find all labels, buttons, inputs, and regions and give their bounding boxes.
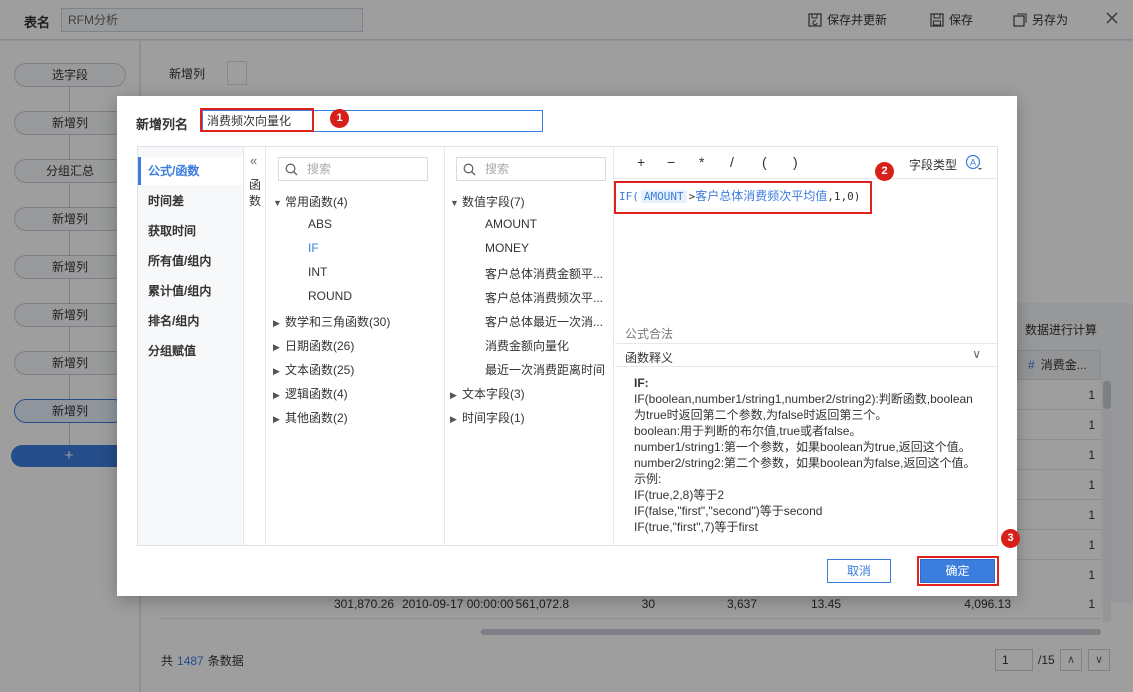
operator-plus-button[interactable]: + [637,154,645,170]
caret-right-icon: ▶ [273,366,280,376]
caret-right-icon: ▶ [273,414,280,424]
field-item[interactable]: 最近一次消费距离时间 [485,361,605,378]
category-group-assign[interactable]: 分组赋值 [138,337,243,365]
field-list-panel: 搜索 ▼ 数值字段(7) AMOUNT MONEY 客户总体消费金额平... 客户… [446,147,614,545]
operator-minus-button[interactable]: − [667,154,675,170]
cancel-button[interactable]: 取消 [827,559,891,583]
field-item[interactable]: 客户总体消费金额平... [485,265,603,282]
new-column-dialog: 新增列名 消费频次向量化 1 公式/函数 时间差 获取时间 所有值/组内 累计值… [117,96,1020,596]
caret-down-icon: ▼ [450,198,459,208]
formula-valid-status: 公式合法 [625,327,674,341]
description-line: IF(boolean,number1/string1,number2/strin… [634,392,973,406]
chevron-down-icon[interactable]: ∨ [972,347,981,361]
function-list-panel: 搜索 ▼ 常用函数(4) ABS IF INT ROUND ▶ 数学和三角函数(30… [267,147,445,545]
function-group[interactable]: ▶ 其他函数(2) [273,409,348,426]
function-group[interactable]: ▶ 日期函数(26) [273,337,354,354]
function-search-input[interactable]: 搜索 [278,157,428,181]
field-item[interactable]: 客户总体消费频次平... [485,289,603,306]
function-collapse-bar[interactable]: « 函数 [244,147,266,545]
description-line: IF: [634,376,649,390]
field-item[interactable]: MONEY [485,241,529,255]
text-type-A-icon[interactable]: A [965,154,983,172]
category-time-diff[interactable]: 时间差 [138,187,243,215]
category-all-values[interactable]: 所有值/组内 [138,247,243,275]
function-group[interactable]: ▼ 常用函数(4) [273,193,348,210]
step-badge-3: 3 [1001,529,1020,548]
description-line: boolean:用于判断的布尔值,true或者false。 [634,424,862,438]
caret-right-icon: ▶ [273,342,280,352]
category-cumulative[interactable]: 累计值/组内 [138,277,243,305]
function-item-int[interactable]: INT [308,265,327,279]
function-item-round[interactable]: ROUND [308,289,352,303]
caret-right-icon: ▶ [450,414,457,424]
function-item-if[interactable]: IF [308,241,319,255]
highlight-box-column-name [200,108,314,132]
function-group[interactable]: ▶ 逻辑函数(4) [273,385,348,402]
operator-close-paren-button[interactable]: ) [793,154,798,170]
function-group-label: 常用函数(4) [285,195,348,209]
caret-down-icon: ▼ [273,198,282,208]
operator-divide-button[interactable]: / [730,154,734,170]
function-search-placeholder: 搜索 [307,162,332,176]
description-line: number2/string2:第二个参数，如果boolean为false,返回… [634,456,976,470]
function-group-label: 日期函数(26) [285,339,355,353]
function-description: IF: IF(boolean,number1/string1,number2/s… [634,375,979,535]
category-list: 公式/函数 时间差 获取时间 所有值/组内 累计值/组内 排名/组内 分组赋值 [138,147,244,545]
description-line: IF(false,"first","second")等于second [634,504,823,518]
function-item-abs[interactable]: ABS [308,217,332,231]
operator-multiply-button[interactable]: * [699,154,704,170]
highlight-box-confirm [917,556,999,586]
function-description-title: 函数释义 [625,351,674,365]
category-get-time[interactable]: 获取时间 [138,217,243,245]
caret-right-icon: ▶ [273,318,280,328]
caret-right-icon: ▶ [273,390,280,400]
function-group-label: 文本函数(25) [285,363,355,377]
function-group[interactable]: ▶ 数学和三角函数(30) [273,313,390,330]
description-line: IF(true,2,8)等于2 [634,488,725,502]
description-line: 为true时返回第二个参数,为false时返回第三个。 [634,408,888,422]
field-type-label: 字段类型 [909,158,958,172]
column-name-label: 新增列名 [136,117,189,132]
field-group-label: 文本字段(3) [462,387,525,401]
field-group-label: 数值字段(7) [462,195,525,209]
description-line: IF(true,"first",7)等于first [634,520,758,534]
field-group[interactable]: ▶ 时间字段(1) [450,409,525,426]
field-group[interactable]: ▼ 数值字段(7) [450,193,525,210]
function-group-label: 数学和三角函数(30) [285,315,391,329]
operator-open-paren-button[interactable]: ( [762,154,767,170]
step-badge-2: 2 [875,162,894,181]
category-formula-function[interactable]: 公式/函数 [138,157,243,185]
function-collapse-label: 函数 [249,178,262,208]
double-chevron-left-icon[interactable]: « [250,153,257,168]
function-group-label: 逻辑函数(4) [285,387,348,401]
field-group-label: 时间字段(1) [462,411,525,425]
highlight-box-formula [614,181,872,214]
field-search-placeholder: 搜索 [485,162,510,176]
category-rank[interactable]: 排名/组内 [138,307,243,335]
search-icon [463,163,476,176]
caret-right-icon: ▶ [450,390,457,400]
field-item[interactable]: 消费金额向量化 [485,337,569,354]
function-group-label: 其他函数(2) [285,411,348,425]
function-group[interactable]: ▶ 文本函数(25) [273,361,354,378]
step-badge-1: 1 [330,109,349,128]
description-line: 示例: [634,472,662,486]
operator-toolbar: + − * / ( ) 字段类型 A [615,147,997,179]
search-icon [285,163,298,176]
field-search-input[interactable]: 搜索 [456,157,606,181]
function-description-header[interactable]: 函数释义 ∨ [615,343,997,367]
field-item[interactable]: 客户总体最近一次消... [485,313,603,330]
field-group[interactable]: ▶ 文本字段(3) [450,385,525,402]
description-line: number1/string1:第一个参数，如果boolean为true,返回这… [634,440,971,454]
field-item[interactable]: AMOUNT [485,217,537,231]
svg-text:A: A [970,158,976,168]
